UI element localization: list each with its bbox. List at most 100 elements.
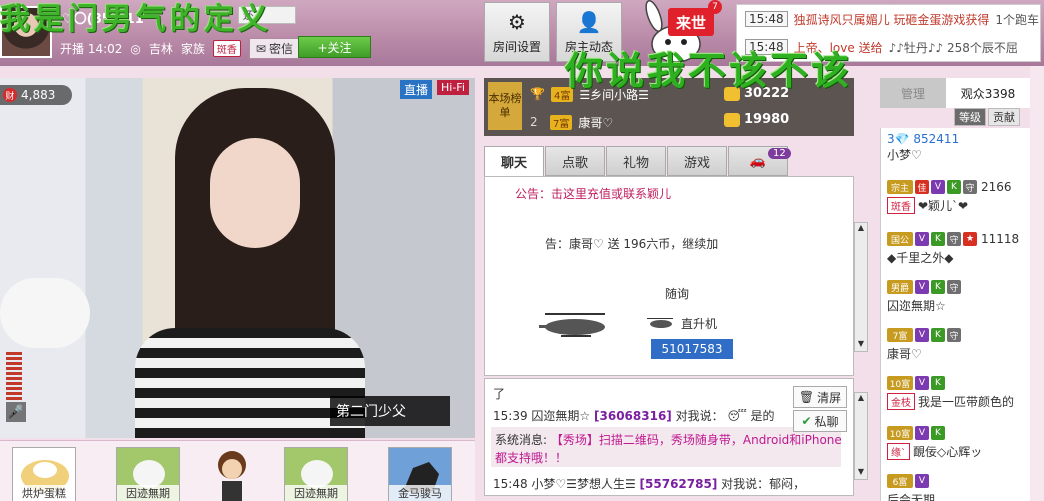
audience-sort: 等级 贡献 bbox=[954, 108, 1020, 126]
plush-toy bbox=[0, 278, 90, 348]
gift-item[interactable]: 因迹無期 bbox=[116, 447, 180, 501]
helicopter-number[interactable]: 51017583 bbox=[651, 339, 733, 359]
tab-chat[interactable]: 聊天 bbox=[484, 146, 544, 176]
chat-uid[interactable]: [55762785] bbox=[640, 477, 718, 491]
private-chat-scrollbar[interactable]: ▲ ▼ bbox=[854, 392, 868, 480]
gift-caption: 因迹無期 bbox=[285, 485, 347, 501]
audience-item[interactable]: 3💎 852411 小梦♡ bbox=[887, 132, 1027, 163]
coin-counter: 财 4,883 bbox=[0, 85, 72, 105]
audience-name: 后会无期 bbox=[887, 493, 936, 501]
news-item[interactable]: 15:48 独孤诗风只属媚儿 玩砸金蛋游戏获得 1个跑车 bbox=[737, 5, 1040, 33]
room-header: ♡〇(85)411 还 开播 14:02 ◎ 吉林 家族 斑香 ✉ 密信 +关注 … bbox=[0, 0, 1044, 66]
private-chat-button[interactable]: ✔ 私聊 bbox=[793, 410, 847, 432]
scroll-down-icon[interactable]: ▼ bbox=[856, 467, 866, 477]
audience-item[interactable]: 宗主 佳 V K 守 2166 斑香 ❤颖儿`❤ bbox=[887, 180, 1027, 214]
k-icon: K bbox=[947, 180, 961, 194]
microphone-icon[interactable]: 🎤 bbox=[6, 402, 26, 422]
scroll-up-icon[interactable]: ▲ bbox=[856, 393, 866, 403]
audience-number: 2166 bbox=[981, 180, 1012, 194]
car-icon: 🚗 bbox=[749, 153, 767, 169]
gift-caption: 烘炉蛋糕 bbox=[13, 485, 75, 501]
chat-uid[interactable]: [36068316] bbox=[594, 409, 672, 423]
tab-games[interactable]: 游戏 bbox=[667, 146, 727, 176]
coin-value: 4,883 bbox=[21, 88, 56, 102]
live-video[interactable]: 直播 Hi-Fi 🎤 第二门少父 bbox=[0, 78, 475, 438]
chat-line: 告：康哥♡ 送 196六币，继续加 bbox=[545, 237, 719, 251]
vip-icon: V bbox=[931, 180, 945, 194]
guard-icon: 守 bbox=[963, 180, 977, 194]
clear-label: 清屏 bbox=[817, 390, 842, 405]
chat-text: 对我说： bbox=[675, 409, 724, 423]
family-badge[interactable]: 斑香 bbox=[212, 40, 241, 57]
k-icon: K bbox=[931, 232, 945, 246]
audience-item[interactable]: 6富 V 后会无期 bbox=[887, 474, 1027, 501]
family-tag: 缘` bbox=[887, 443, 910, 460]
sort-contribution[interactable]: 贡献 bbox=[988, 108, 1020, 126]
gift-item[interactable]: 烘炉蛋糕 bbox=[12, 447, 76, 501]
tab-gifts[interactable]: 礼物 bbox=[606, 146, 666, 176]
gift-caption: 因迹無期 bbox=[117, 485, 179, 501]
user-icon: 👤 bbox=[576, 10, 602, 34]
room-settings-button[interactable]: ⚙ 房间设置 bbox=[484, 2, 550, 62]
audience-badges: 6富 V bbox=[887, 474, 1027, 488]
audience-badges: 男爵 V K 守 bbox=[887, 280, 1027, 294]
clear-screen-button[interactable]: 🗑 清屏 bbox=[793, 386, 847, 408]
tab-songs[interactable]: 点歌 bbox=[545, 146, 605, 176]
chat-scrollbar[interactable]: ▲ ▼ bbox=[854, 222, 868, 352]
news-detail: 1个跑车 bbox=[995, 12, 1040, 27]
chat-notice: 公告：击这里充值或联系颖儿 bbox=[515, 185, 671, 202]
ranking-label: 本场榜单 bbox=[488, 82, 522, 130]
chat-time: 15:39 bbox=[493, 409, 528, 423]
system-link[interactable]: 【秀场】扫描二维码，秀场随身带，Android和iPhone bbox=[551, 433, 842, 447]
location: 吉林 bbox=[148, 42, 173, 56]
chat-line: 15:48 小梦♡☰梦想人生☰ [55762785] 对我说：郁闷， bbox=[493, 475, 805, 492]
system-line: 系统消息: 【秀场】扫描二维码，秀场随身带，Android和iPhone bbox=[495, 431, 842, 448]
audience-name: ◆千里之外◆ bbox=[887, 251, 954, 265]
sort-level[interactable]: 等级 bbox=[954, 108, 986, 126]
tab-admins[interactable]: 管理 bbox=[880, 78, 946, 108]
overlay-title-text: 我是门男气的定义 bbox=[0, 2, 272, 37]
scroll-down-icon[interactable]: ▼ bbox=[856, 339, 866, 349]
live-tag: 直播 bbox=[400, 80, 433, 99]
location-icon: ◎ bbox=[130, 41, 141, 56]
rank-coins: 19980 bbox=[724, 112, 789, 127]
news-time: 15:48 bbox=[745, 11, 788, 27]
audience-item[interactable]: 7富 V K 守 康哥♡ bbox=[887, 328, 1027, 362]
vip-icon: V bbox=[915, 376, 929, 390]
scroll-up-icon[interactable]: ▲ bbox=[856, 223, 866, 233]
hifi-tag[interactable]: Hi-Fi bbox=[437, 80, 469, 95]
gift-item[interactable] bbox=[200, 447, 264, 501]
vip-icon: V bbox=[915, 232, 929, 246]
audience-item[interactable]: 10富 V K 缘` 靦佞◇心辉ッ bbox=[887, 426, 1027, 460]
rank-level: 7富 bbox=[550, 114, 573, 130]
follow-button[interactable]: +关注 bbox=[298, 36, 371, 58]
audience-name-text: ❤颖儿`❤ bbox=[918, 199, 969, 213]
check-icon: ✔ bbox=[801, 414, 812, 428]
gift-item[interactable]: 金马骏马 bbox=[388, 447, 452, 501]
system-link[interactable]: 都支持哦！！ bbox=[495, 451, 567, 465]
trophy-icon: 🏆 bbox=[530, 87, 545, 101]
level-badge: 7富 bbox=[887, 328, 913, 342]
system-label: 系统消息: bbox=[495, 433, 548, 447]
audience-item[interactable]: 10富 V K 金枝 我是一匹带颜色的 bbox=[887, 376, 1027, 410]
room-settings-label: 房间设置 bbox=[492, 40, 541, 54]
system-line: 都支持哦！！ bbox=[495, 449, 567, 466]
overlay-slogan: 你说我不该不该 bbox=[565, 48, 853, 93]
k-icon: K bbox=[931, 280, 945, 294]
dm-button[interactable]: ✉ 密信 bbox=[248, 38, 300, 59]
gift-item[interactable]: 因迹無期 bbox=[284, 447, 348, 501]
chat-line: 15:39 囚迩無期☆ [36068316] 对我说： 😴 是的 bbox=[493, 407, 775, 424]
tab-audience[interactable]: 观众3398 bbox=[946, 78, 1030, 108]
level-badge: 宗主 bbox=[887, 180, 913, 194]
rank-row[interactable]: 2 7富 康哥♡ bbox=[530, 112, 613, 132]
laishi-badge-button[interactable]: 来世 bbox=[668, 8, 714, 36]
emoji-icon: 😴 bbox=[727, 409, 747, 423]
chat-time: 15:48 bbox=[493, 477, 528, 491]
audience-item[interactable]: 国公 V K 守 ★ 11118 ◆千里之外◆ bbox=[887, 232, 1027, 266]
gear-icon: ⚙ bbox=[508, 10, 526, 34]
chat-user[interactable]: 囚迩無期☆ bbox=[531, 409, 590, 423]
audience-item[interactable]: 男爵 V K 守 囚迩無期☆ bbox=[887, 280, 1027, 314]
level-badge: 男爵 bbox=[887, 280, 913, 294]
vip-icon: V bbox=[915, 328, 929, 342]
chat-user[interactable]: 小梦♡☰梦想人生☰ bbox=[531, 477, 635, 491]
